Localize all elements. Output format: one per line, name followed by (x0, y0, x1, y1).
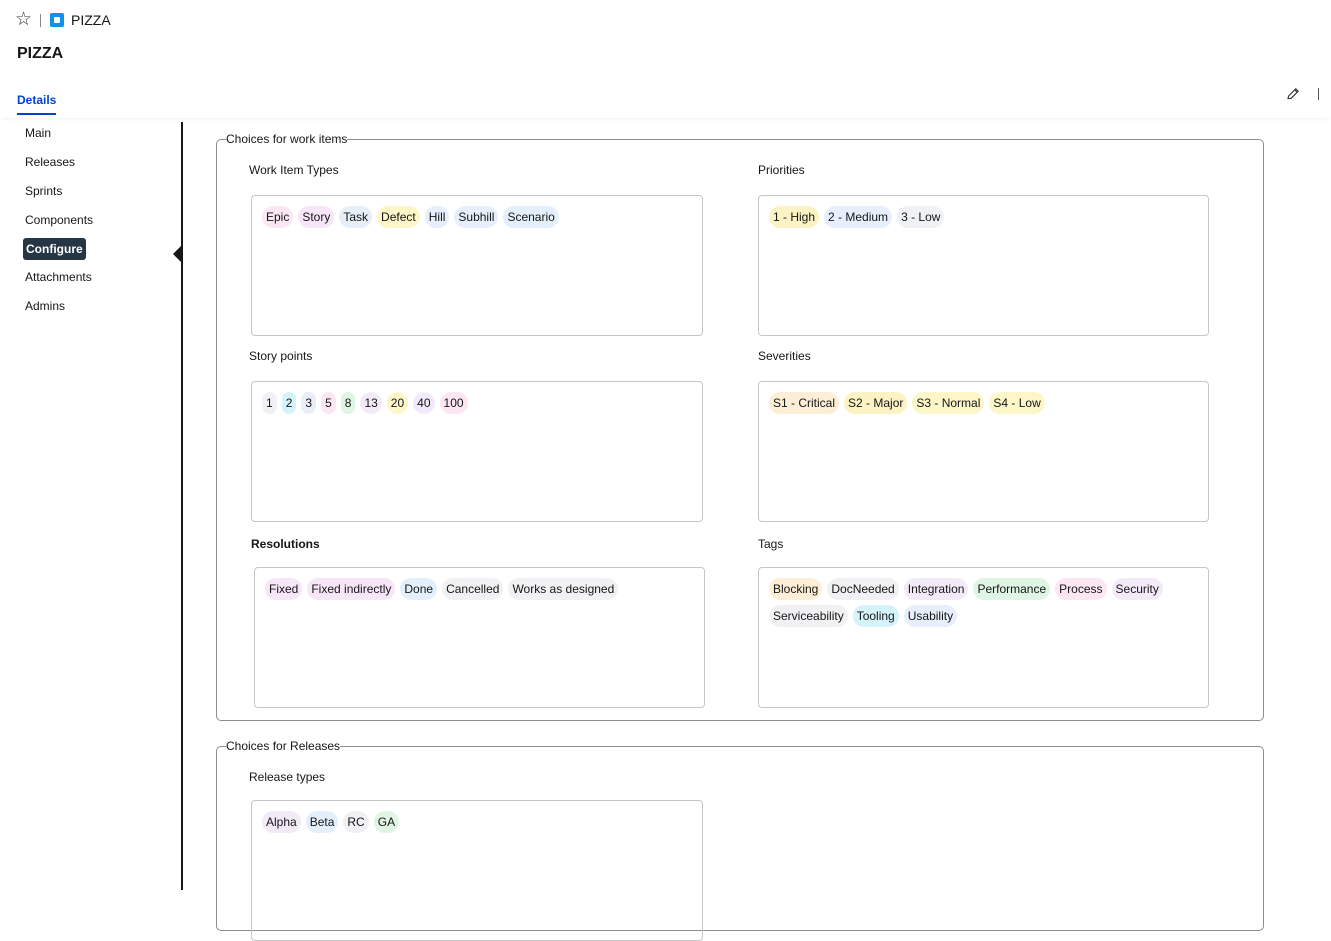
chip[interactable]: 3 - Low (897, 206, 945, 228)
sidebar-item-sprints[interactable]: Sprints (25, 180, 62, 202)
chip[interactable]: Usability (903, 605, 958, 627)
story-points-label: Story points (249, 349, 313, 363)
sidebar-item-main[interactable]: Main (25, 122, 51, 144)
priorities-field[interactable]: 1 - High 2 - Medium 3 - Low (758, 195, 1209, 336)
chip[interactable]: Beta (305, 811, 339, 833)
sidebar-item-admins[interactable]: Admins (25, 295, 65, 317)
chip[interactable]: Performance (973, 578, 1051, 600)
chip[interactable]: 20 (386, 392, 409, 414)
tags-label: Tags (758, 537, 784, 551)
chip[interactable]: Hill (424, 206, 450, 228)
resolutions-label: Resolutions (251, 537, 320, 551)
chip[interactable]: Scenario (503, 206, 559, 228)
toolbar-divider (1318, 88, 1319, 100)
project-icon (50, 13, 64, 27)
work-item-types-field[interactable]: Epic Story Task Defect Hill Subhill Scenario (251, 195, 703, 336)
resolutions-field[interactable]: Fixed Fixed indirectly Done Cancelled Works … (254, 567, 705, 708)
edit-icon[interactable] (1285, 86, 1301, 102)
chip[interactable]: Integration (903, 578, 969, 600)
chip[interactable]: Subhill (454, 206, 499, 228)
chip[interactable]: 5 (321, 392, 336, 414)
tab-details[interactable]: Details (17, 93, 57, 115)
chip[interactable]: 40 (413, 392, 435, 414)
chip[interactable]: S4 - Low (989, 392, 1045, 414)
chip[interactable]: 13 (360, 392, 382, 414)
chip[interactable]: 100 (439, 392, 468, 414)
chip[interactable]: Works as designed (508, 578, 619, 600)
chip[interactable]: Fixed (265, 578, 303, 600)
chip[interactable]: Blocking (769, 578, 823, 600)
chip[interactable]: Serviceability (769, 605, 848, 627)
priorities-label: Priorities (758, 163, 805, 177)
story-points-field[interactable]: 1 2 3 5 8 13 20 40 100 (251, 381, 703, 522)
breadcrumb[interactable]: PIZZA (71, 12, 111, 28)
sidebar-divider (181, 122, 183, 890)
chip[interactable]: Task (339, 206, 373, 228)
chip[interactable]: S2 - Major (844, 392, 908, 414)
tab-bar: Details (0, 86, 1331, 118)
chip[interactable]: Fixed indirectly (307, 578, 396, 600)
chip[interactable]: GA (373, 811, 400, 833)
chip[interactable]: 2 - Medium (824, 206, 893, 228)
severities-label: Severities (758, 349, 811, 363)
breadcrumb-separator (40, 14, 41, 27)
sidebar-item-configure[interactable]: Configure (23, 238, 86, 260)
chip[interactable]: Cancelled (442, 578, 504, 600)
chip[interactable]: Alpha (262, 811, 301, 833)
chip[interactable]: Epic (262, 206, 294, 228)
chip[interactable]: 1 (262, 392, 277, 414)
chip[interactable]: Security (1111, 578, 1163, 600)
pencil-icon (1287, 88, 1299, 100)
chip[interactable]: DocNeeded (827, 578, 899, 600)
sidebar-item-attachments[interactable]: Attachments (25, 266, 92, 288)
chip[interactable]: RC (343, 811, 369, 833)
active-indicator-caret (173, 246, 181, 262)
work-items-legend: Choices for work items (226, 132, 348, 146)
tags-field[interactable]: Blocking DocNeeded Integration Performance P… (758, 567, 1209, 708)
star-icon[interactable]: ☆ (15, 10, 32, 30)
chip[interactable]: 1 - High (769, 206, 820, 228)
chip[interactable]: 8 (340, 392, 356, 414)
release-types-field[interactable]: Alpha Beta RC GA (251, 800, 703, 941)
chip[interactable]: S3 - Normal (912, 392, 985, 414)
chip[interactable]: Tooling (852, 605, 899, 627)
severities-field[interactable]: S1 - Critical S2 - Major S3 - Normal S4 - L… (758, 381, 1209, 522)
page-title: PIZZA (17, 45, 64, 62)
sidebar-item-components[interactable]: Components (25, 209, 93, 231)
chip[interactable]: S1 - Critical (769, 392, 840, 414)
top-bar: ☆ PIZZA (0, 0, 1331, 42)
chip[interactable]: 2 (281, 392, 297, 414)
releases-legend: Choices for Releases (226, 739, 341, 753)
work-item-types-label: Work Item Types (249, 163, 339, 177)
release-types-label: Release types (249, 770, 326, 784)
chip[interactable]: Done (400, 578, 438, 600)
chip[interactable]: 3 (301, 392, 317, 414)
chip[interactable]: Defect (377, 206, 420, 228)
chip[interactable]: Story (298, 206, 335, 228)
sidebar-item-releases[interactable]: Releases (25, 151, 75, 173)
chip[interactable]: Process (1055, 578, 1107, 600)
